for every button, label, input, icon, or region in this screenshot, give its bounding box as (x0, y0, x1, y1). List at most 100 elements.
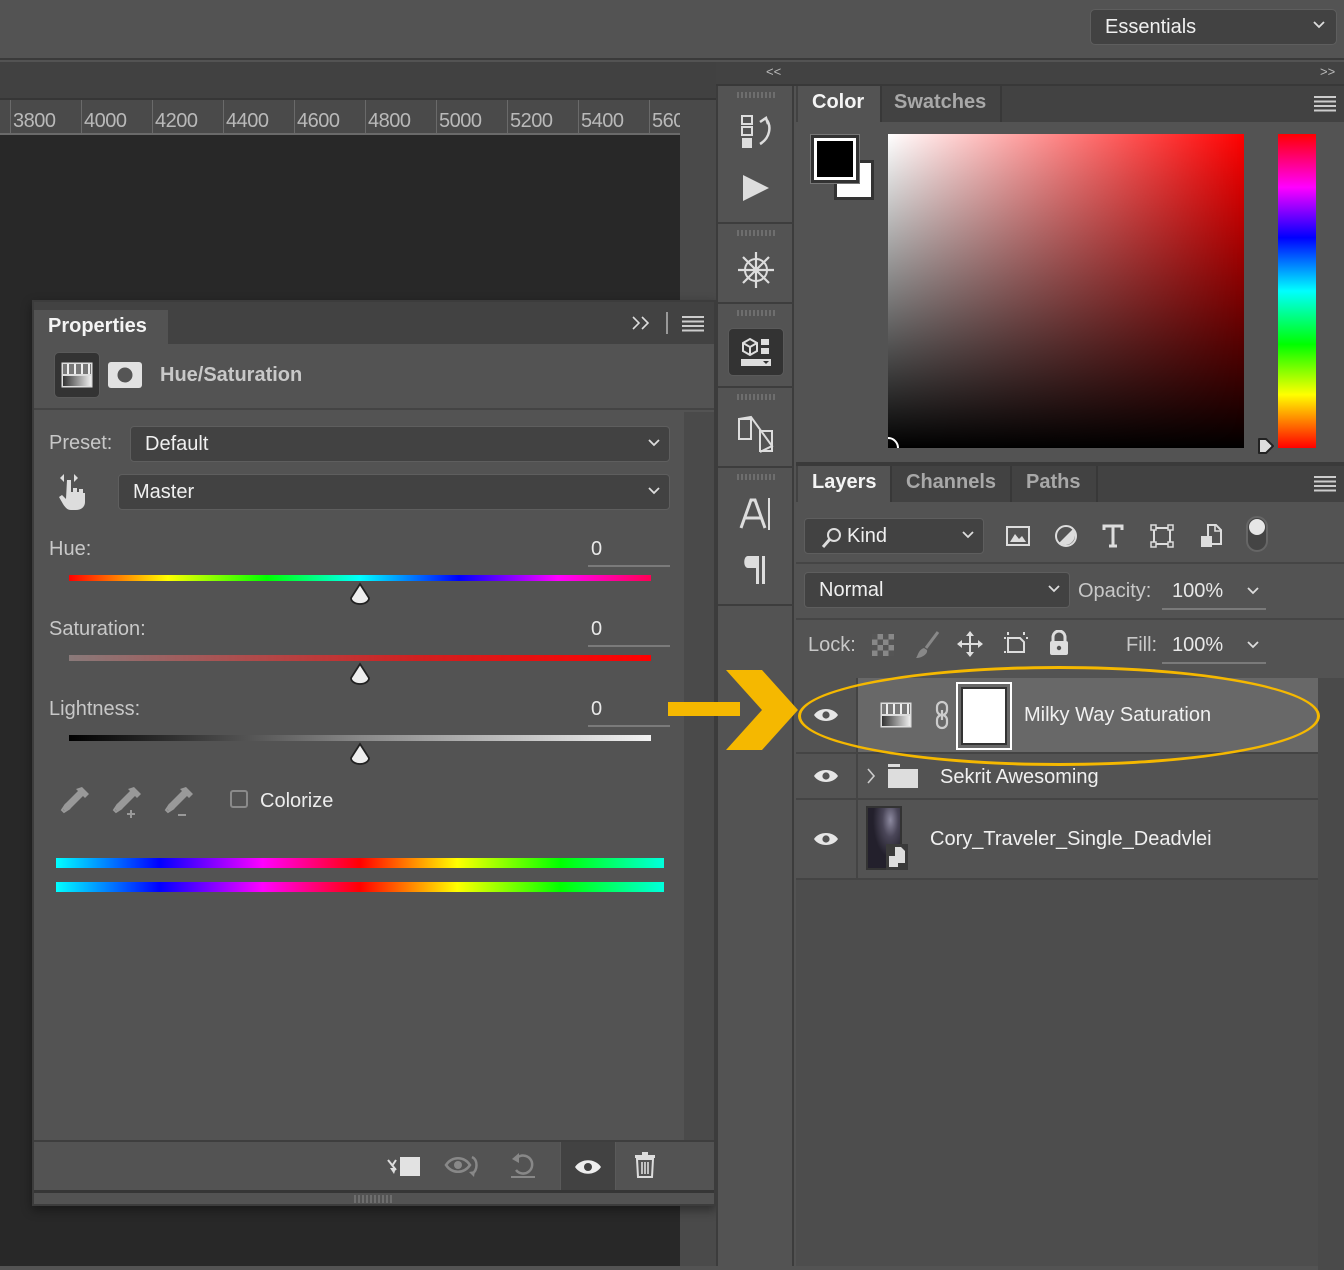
layer-mask-thumbnail[interactable] (956, 682, 1012, 750)
hue-slider[interactable] (69, 575, 651, 581)
lightness-slider-thumb[interactable] (348, 742, 372, 766)
layer-row-sekrit-awesoming[interactable]: Sekrit Awesoming (796, 754, 1318, 800)
paragraph-icon (744, 554, 768, 586)
clone-source-panel-button[interactable] (728, 410, 784, 458)
character-panel-button[interactable] (728, 490, 784, 538)
tab-paths[interactable]: Paths (1012, 466, 1098, 502)
lock-all-button[interactable] (1048, 630, 1070, 656)
fill-chevron-icon[interactable] (1246, 638, 1260, 652)
panel-menu-icon[interactable] (1314, 96, 1336, 112)
hue-slider-thumb[interactable] (348, 582, 372, 606)
collapse-dock-right-button[interactable]: >> (1320, 64, 1335, 79)
properties-panel: Properties Hue/Saturation Preset: Defaul… (32, 300, 716, 1206)
grip-handle[interactable] (737, 474, 775, 480)
dock-group-type (718, 468, 794, 606)
targeted-adjustment-tool[interactable] (56, 472, 90, 510)
layer-row-milky-way-saturation[interactable]: Milky Way Saturation (796, 678, 1318, 754)
lightness-slider[interactable] (69, 735, 651, 741)
filter-smart-objects-button[interactable] (1200, 524, 1222, 548)
saturation-value[interactable]: 0 (591, 618, 602, 641)
workspace-switcher[interactable]: Essentials (1090, 9, 1337, 45)
grip-handle[interactable] (737, 310, 775, 316)
colorize-checkbox[interactable] (230, 790, 248, 808)
smart-object-badge-icon (886, 844, 908, 870)
saturation-brightness-field[interactable] (888, 134, 1244, 448)
filter-kind-value: Kind (847, 525, 888, 547)
ruler-tick-label: 560 (652, 110, 680, 132)
filter-pixel-layers-button[interactable] (1006, 526, 1030, 546)
foreground-color-swatch[interactable] (811, 135, 859, 183)
tab-channels[interactable]: Channels (892, 466, 1012, 502)
navigator-wheel-icon (737, 251, 775, 289)
toggle-visibility-button[interactable] (560, 1142, 616, 1192)
lock-transparent-pixels-button[interactable] (872, 634, 894, 656)
layer-row-cory-traveler[interactable]: Cory_Traveler_Single_Deadvlei (796, 800, 1318, 880)
add-to-sample-button[interactable] (110, 784, 144, 822)
layer-name[interactable]: Cory_Traveler_Single_Deadvlei (930, 828, 1212, 851)
layers-controls: Kind Normal Opacity: 100% Lock: Fill: 10… (796, 502, 1344, 682)
paragraph-panel-button[interactable] (728, 546, 784, 594)
eyedropper-icon (58, 784, 92, 818)
properties-resize-grip[interactable] (34, 1190, 714, 1204)
fill-value[interactable]: 100% (1172, 634, 1223, 657)
tab-properties[interactable]: Properties (34, 310, 168, 344)
output-color-range-bar (56, 882, 664, 892)
grip-handle[interactable] (737, 92, 775, 98)
folder-icon (888, 764, 918, 788)
eyedropper-button[interactable] (58, 784, 92, 818)
delete-button[interactable] (634, 1152, 656, 1178)
saturation-slider[interactable] (69, 655, 651, 661)
opacity-chevron-icon[interactable] (1246, 584, 1260, 598)
layer-visibility-toggle[interactable] (796, 800, 858, 878)
layer-name[interactable]: Sekrit Awesoming (940, 766, 1099, 789)
properties-scrollbar[interactable] (684, 412, 714, 1140)
lock-image-pixels-button[interactable] (914, 630, 940, 660)
lock-position-button[interactable] (956, 630, 984, 658)
view-previous-state-button[interactable] (444, 1152, 484, 1180)
channel-dropdown[interactable]: Master (118, 474, 670, 510)
collapse-dock-left-button[interactable]: << (766, 64, 781, 79)
blend-mode-dropdown[interactable]: Normal (804, 572, 1070, 608)
filter-adjustment-layers-button[interactable] (1054, 524, 1078, 548)
layers-scrollbar[interactable] (1318, 678, 1344, 1270)
grip-handle[interactable] (354, 1195, 392, 1203)
color-panel: Color Swatches (796, 86, 1344, 462)
hue-slider-thumb[interactable] (1256, 436, 1276, 456)
filter-type-layers-button[interactable] (1102, 524, 1124, 548)
adjustment-settings-button[interactable] (54, 352, 100, 398)
color-picker-cursor[interactable] (884, 434, 902, 452)
3d-panel-button[interactable] (728, 328, 784, 376)
tab-layers[interactable]: Layers (798, 466, 892, 502)
grip-handle[interactable] (737, 394, 775, 400)
saturation-slider-thumb[interactable] (348, 662, 372, 686)
layer-name[interactable]: Milky Way Saturation (1024, 704, 1211, 727)
grip-handle[interactable] (737, 230, 775, 236)
tab-color[interactable]: Color (798, 86, 882, 122)
subtract-from-sample-button[interactable] (162, 784, 196, 822)
actions-panel-button[interactable] (728, 164, 784, 212)
layer-visibility-toggle[interactable] (796, 754, 858, 798)
filter-shape-layers-button[interactable] (1150, 524, 1174, 548)
history-panel-button[interactable] (728, 108, 784, 156)
filter-toggle-switch[interactable] (1246, 516, 1268, 552)
expand-group-chevron-icon[interactable] (866, 766, 876, 786)
lock-artboard-button[interactable] (1002, 630, 1030, 658)
eye-icon (813, 707, 839, 723)
reset-button[interactable] (508, 1150, 538, 1180)
lightness-value[interactable]: 0 (591, 698, 602, 721)
hue-spectrum-bar[interactable] (1278, 134, 1316, 448)
input-color-range-bar (56, 858, 664, 868)
preset-dropdown[interactable]: Default (130, 426, 670, 462)
hue-value[interactable]: 0 (591, 538, 602, 561)
opacity-value[interactable]: 100% (1172, 580, 1223, 603)
filter-kind-dropdown[interactable]: Kind (804, 518, 984, 554)
layer-mask-button[interactable] (108, 362, 142, 388)
collapse-panel-icon[interactable] (630, 314, 652, 332)
tab-swatches[interactable]: Swatches (880, 86, 1002, 122)
clip-to-layer-button[interactable] (386, 1154, 422, 1178)
panel-menu-icon[interactable] (682, 316, 704, 332)
mask-link-icon[interactable] (934, 700, 950, 730)
panel-menu-icon[interactable] (1314, 476, 1336, 492)
layer-visibility-toggle[interactable] (796, 678, 858, 752)
navigator-panel-button[interactable] (728, 246, 784, 294)
